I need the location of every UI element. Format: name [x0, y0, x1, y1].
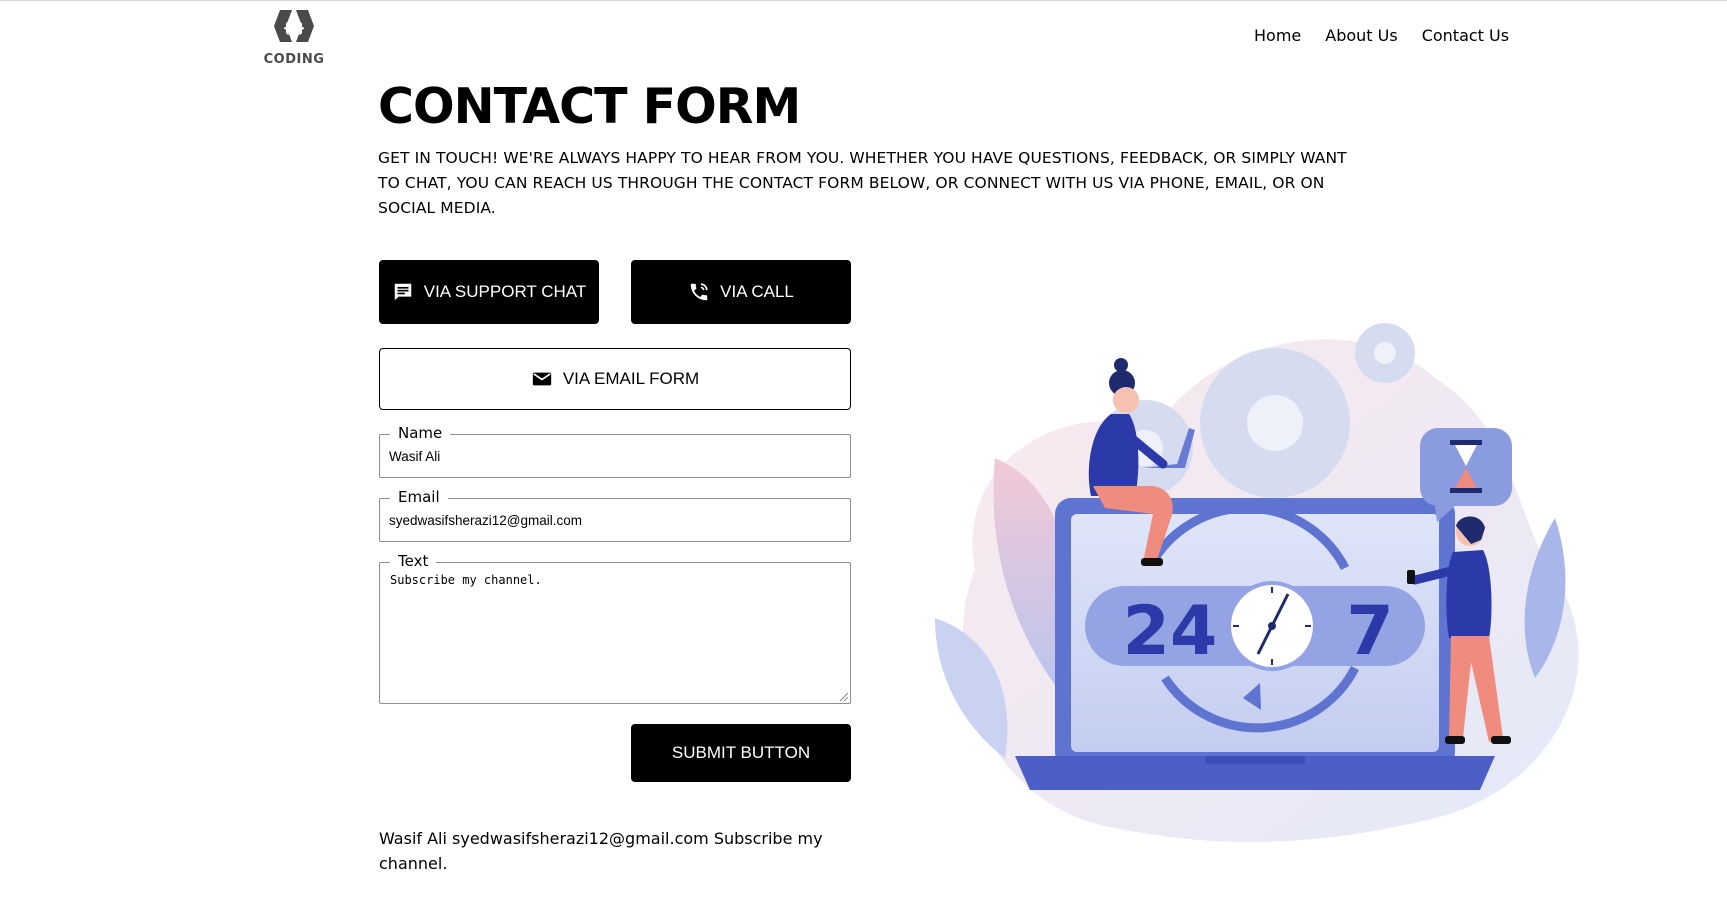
- via-call-label: VIA CALL: [720, 282, 794, 301]
- submit-button[interactable]: SUBMIT BUTTON: [631, 724, 851, 782]
- hours-24-text: 24: [1123, 592, 1218, 671]
- resize-grip-icon[interactable]: [838, 691, 848, 701]
- main-nav: Home About Us Contact Us: [1254, 26, 1509, 45]
- email-input[interactable]: [380, 499, 850, 541]
- text-fieldset: Text Subscribe my channel.: [379, 551, 851, 704]
- name-label: Name: [390, 423, 451, 443]
- text-label: Text: [390, 551, 437, 571]
- page-title: CONTACT FORM: [378, 78, 801, 135]
- email-fieldset: Email: [379, 487, 851, 542]
- via-support-chat-label: VIA SUPPORT CHAT: [423, 282, 587, 301]
- code-braces-icon: {/}: [274, 10, 314, 42]
- name-fieldset: Name: [379, 423, 851, 478]
- svg-text:{/}: {/}: [282, 21, 305, 36]
- message-icon: [394, 283, 411, 301]
- brand-logo[interactable]: {/} CODING: [262, 6, 326, 67]
- via-support-chat-button[interactable]: VIA SUPPORT CHAT: [379, 260, 599, 324]
- nav-about-link[interactable]: About Us: [1325, 26, 1397, 45]
- via-call-button[interactable]: VIA CALL: [631, 260, 851, 324]
- email-label: Email: [390, 487, 448, 507]
- page-description: GET IN TOUCH! WE'RE ALWAYS HAPPY TO HEAR…: [378, 149, 1347, 217]
- submitted-output-text: Wasif Ali syedwasifsherazi12@gmail.com S…: [379, 829, 823, 873]
- via-email-form-button[interactable]: VIA EMAIL FORM: [379, 348, 851, 410]
- clock-icon: [1227, 581, 1317, 671]
- nav-contact-link[interactable]: Contact Us: [1422, 26, 1509, 45]
- nav-home-link[interactable]: Home: [1254, 26, 1301, 45]
- brand-name: CODING: [263, 52, 325, 67]
- via-email-form-label: VIA EMAIL FORM: [562, 369, 700, 388]
- text-textarea[interactable]: Subscribe my channel.: [380, 563, 850, 703]
- submit-button-label: SUBMIT BUTTON: [671, 743, 811, 762]
- days-7-text: 7: [1346, 592, 1393, 671]
- phone-icon: [690, 283, 708, 301]
- support-24-7-illustration: 24 7: [935, 323, 1579, 842]
- mail-icon: [532, 372, 551, 386]
- top-border: [0, 0, 1727, 1]
- name-input[interactable]: [380, 435, 850, 477]
